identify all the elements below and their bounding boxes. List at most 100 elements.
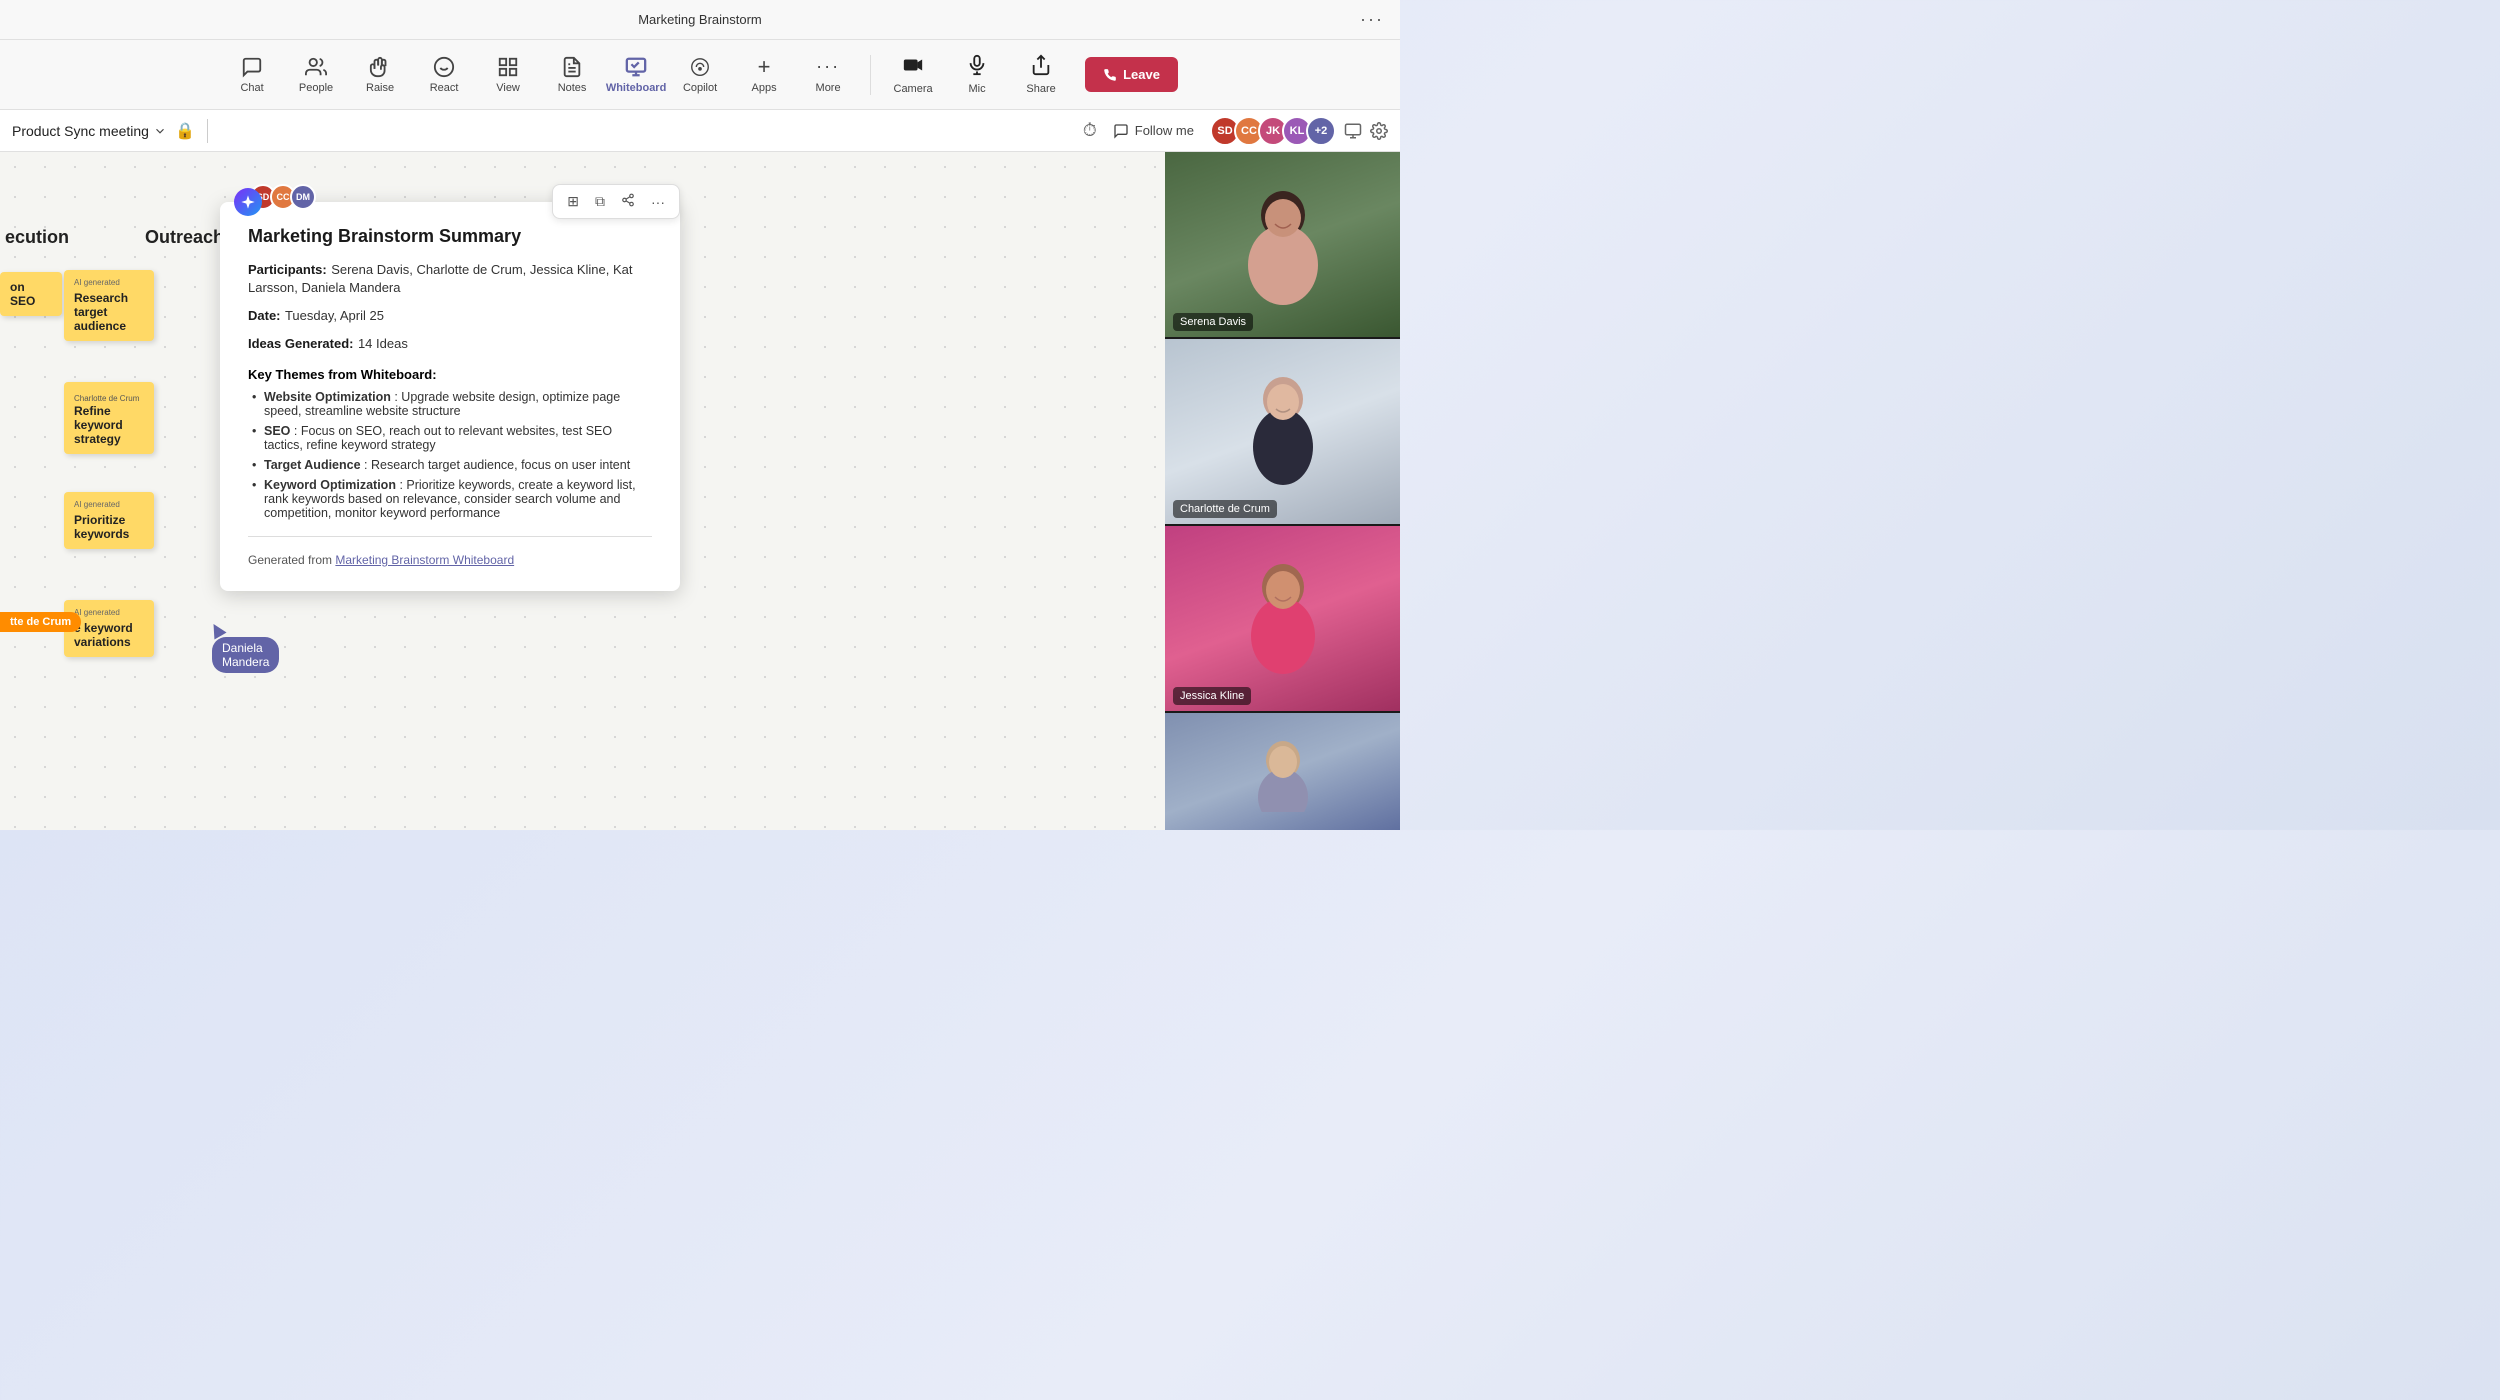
whiteboard-icon bbox=[625, 56, 647, 78]
summary-participants: Participants: Serena Davis, Charlotte de… bbox=[248, 261, 652, 297]
key-themes-title: Key Themes from Whiteboard: bbox=[248, 367, 652, 382]
settings-icon[interactable] bbox=[1370, 122, 1388, 140]
video-name-jessica: Jessica Kline bbox=[1173, 687, 1251, 705]
author-badge-charlotte: Charlotte de Crum bbox=[74, 394, 139, 403]
video-serena: Serena Davis bbox=[1165, 152, 1400, 337]
summary-share-button[interactable] bbox=[615, 189, 641, 214]
video-kat bbox=[1165, 713, 1400, 830]
summary-ideas: Ideas Generated: 14 Ideas bbox=[248, 335, 652, 353]
ai-badge-4: AI generated bbox=[74, 608, 144, 617]
video-name-serena: Serena Davis bbox=[1173, 313, 1253, 331]
whiteboard-area[interactable]: ecution Outreach Networking on SEO AI ge… bbox=[0, 152, 1165, 830]
phone-icon bbox=[1103, 68, 1117, 82]
leave-label: Leave bbox=[1123, 67, 1160, 82]
toolbar-people[interactable]: People bbox=[286, 45, 346, 105]
people-icon bbox=[305, 56, 327, 78]
toolbar-people-label: People bbox=[299, 82, 333, 94]
timer-icon: ⏱ bbox=[1083, 120, 1097, 141]
toolbar-copilot-label: Copilot bbox=[683, 82, 717, 94]
video-panel: Serena Davis Charlotte de Crum bbox=[1165, 152, 1400, 830]
main-toolbar: Chat People Raise React bbox=[0, 40, 1400, 110]
toolbar-raise[interactable]: Raise bbox=[350, 45, 410, 105]
follow-me-label: Follow me bbox=[1135, 123, 1194, 138]
sticky-note-prioritize[interactable]: AI generated Prioritize keywords bbox=[64, 492, 154, 549]
toolbar-mic-label: Mic bbox=[969, 83, 986, 95]
share-icon bbox=[1030, 54, 1052, 79]
copilot-avatar bbox=[234, 188, 262, 216]
title-bar: Marketing Brainstorm ··· bbox=[0, 0, 1400, 40]
video-jessica: Jessica Kline bbox=[1165, 526, 1400, 711]
orange-name-badge: tte de Crum bbox=[0, 612, 81, 632]
ai-badge: AI generated bbox=[74, 278, 144, 287]
toolbar-chat[interactable]: Chat bbox=[222, 45, 282, 105]
toolbar-notes-label: Notes bbox=[558, 82, 587, 94]
react-icon bbox=[433, 56, 455, 78]
main-content: ecution Outreach Networking on SEO AI ge… bbox=[0, 152, 1400, 830]
follow-me-button[interactable]: Follow me bbox=[1105, 119, 1202, 143]
theme-target-audience: Target Audience : Research target audien… bbox=[248, 458, 652, 472]
toolbar-mic[interactable]: Mic bbox=[947, 45, 1007, 105]
generated-from: Generated from Marketing Brainstorm Whit… bbox=[248, 553, 652, 567]
copilot-icon bbox=[689, 56, 711, 78]
whiteboard-link[interactable]: Marketing Brainstorm Whiteboard bbox=[335, 553, 514, 567]
section-execution: ecution bbox=[5, 227, 69, 248]
follow-me-icon bbox=[1113, 123, 1129, 139]
summary-card: SD CC DM ⊞ ⧉ ··· Marketing Brainstorm Su… bbox=[220, 202, 680, 591]
share-card-icon bbox=[621, 193, 635, 207]
sticky-note-research-audience[interactable]: AI generated Research target audience bbox=[64, 270, 154, 341]
chevron-down-icon bbox=[153, 124, 167, 138]
toolbar-share[interactable]: Share bbox=[1011, 45, 1071, 105]
toolbar-more-label: More bbox=[816, 82, 841, 94]
toolbar-share-label: Share bbox=[1026, 83, 1055, 95]
summary-grid-button[interactable]: ⊞ bbox=[561, 189, 585, 214]
avatar-count: +2 bbox=[1306, 116, 1336, 146]
summary-card-toolbar: ⊞ ⧉ ··· bbox=[552, 184, 680, 219]
person-serena bbox=[1238, 180, 1328, 310]
toolbar-view[interactable]: View bbox=[478, 45, 538, 105]
ai-badge-3: AI generated bbox=[74, 500, 144, 509]
card-avatar-3: DM bbox=[290, 184, 316, 210]
view-icon bbox=[497, 56, 519, 78]
summary-copy-button[interactable]: ⧉ bbox=[589, 189, 611, 214]
summary-date: Date: Tuesday, April 25 bbox=[248, 307, 652, 325]
toolbar-react[interactable]: React bbox=[414, 45, 474, 105]
avatar-group: SD CC JK KL +2 bbox=[1210, 116, 1336, 146]
toolbar-notes[interactable]: Notes bbox=[542, 45, 602, 105]
window-menu-icon[interactable]: ··· bbox=[1360, 9, 1384, 30]
camera-icon bbox=[902, 54, 924, 79]
sticky-note-refine[interactable]: Charlotte de Crum Refine keyword strateg… bbox=[64, 382, 154, 454]
toolbar-apps[interactable]: + Apps bbox=[734, 45, 794, 105]
person-jessica bbox=[1238, 554, 1328, 684]
sticky-note-seo[interactable]: on SEO bbox=[0, 272, 62, 316]
theme-website-opt: Website Optimization : Upgrade website d… bbox=[248, 390, 652, 418]
toolbar-more[interactable]: ··· More bbox=[798, 45, 858, 105]
person-charlotte bbox=[1238, 367, 1328, 497]
lock-icon: 🔒 bbox=[175, 121, 195, 141]
toolbar-react-label: React bbox=[430, 82, 459, 94]
notes-icon bbox=[561, 56, 583, 78]
apps-icon: + bbox=[753, 56, 775, 78]
copilot-sparkle-icon bbox=[240, 194, 256, 210]
sub-toolbar-right: ⏱ Follow me SD CC JK KL +2 bbox=[1083, 116, 1388, 146]
toolbar-whiteboard[interactable]: Whiteboard bbox=[606, 45, 666, 105]
card-divider bbox=[248, 536, 652, 537]
toolbar-camera-label: Camera bbox=[894, 83, 933, 95]
mic-icon bbox=[966, 54, 988, 79]
video-name-charlotte: Charlotte de Crum bbox=[1173, 500, 1277, 518]
toolbar-apps-label: Apps bbox=[752, 82, 777, 94]
toolbar-copilot[interactable]: Copilot bbox=[670, 45, 730, 105]
share-screen-icon[interactable] bbox=[1344, 122, 1362, 140]
raise-hand-icon bbox=[369, 56, 391, 78]
meeting-title[interactable]: Product Sync meeting bbox=[12, 123, 167, 139]
toolbar-camera[interactable]: Camera bbox=[883, 45, 943, 105]
theme-seo: SEO : Focus on SEO, reach out to relevan… bbox=[248, 424, 652, 452]
chat-icon bbox=[241, 56, 263, 78]
toolbar-raise-label: Raise bbox=[366, 82, 394, 94]
toolbar-view-label: View bbox=[496, 82, 520, 94]
summary-more-button[interactable]: ··· bbox=[645, 190, 671, 214]
cursor-label: Daniela Mandera bbox=[212, 637, 279, 673]
toolbar-separator bbox=[207, 119, 208, 143]
theme-keyword-opt: Keyword Optimization : Prioritize keywor… bbox=[248, 478, 652, 520]
leave-button[interactable]: Leave bbox=[1085, 57, 1178, 92]
toolbar-chat-label: Chat bbox=[240, 82, 263, 94]
